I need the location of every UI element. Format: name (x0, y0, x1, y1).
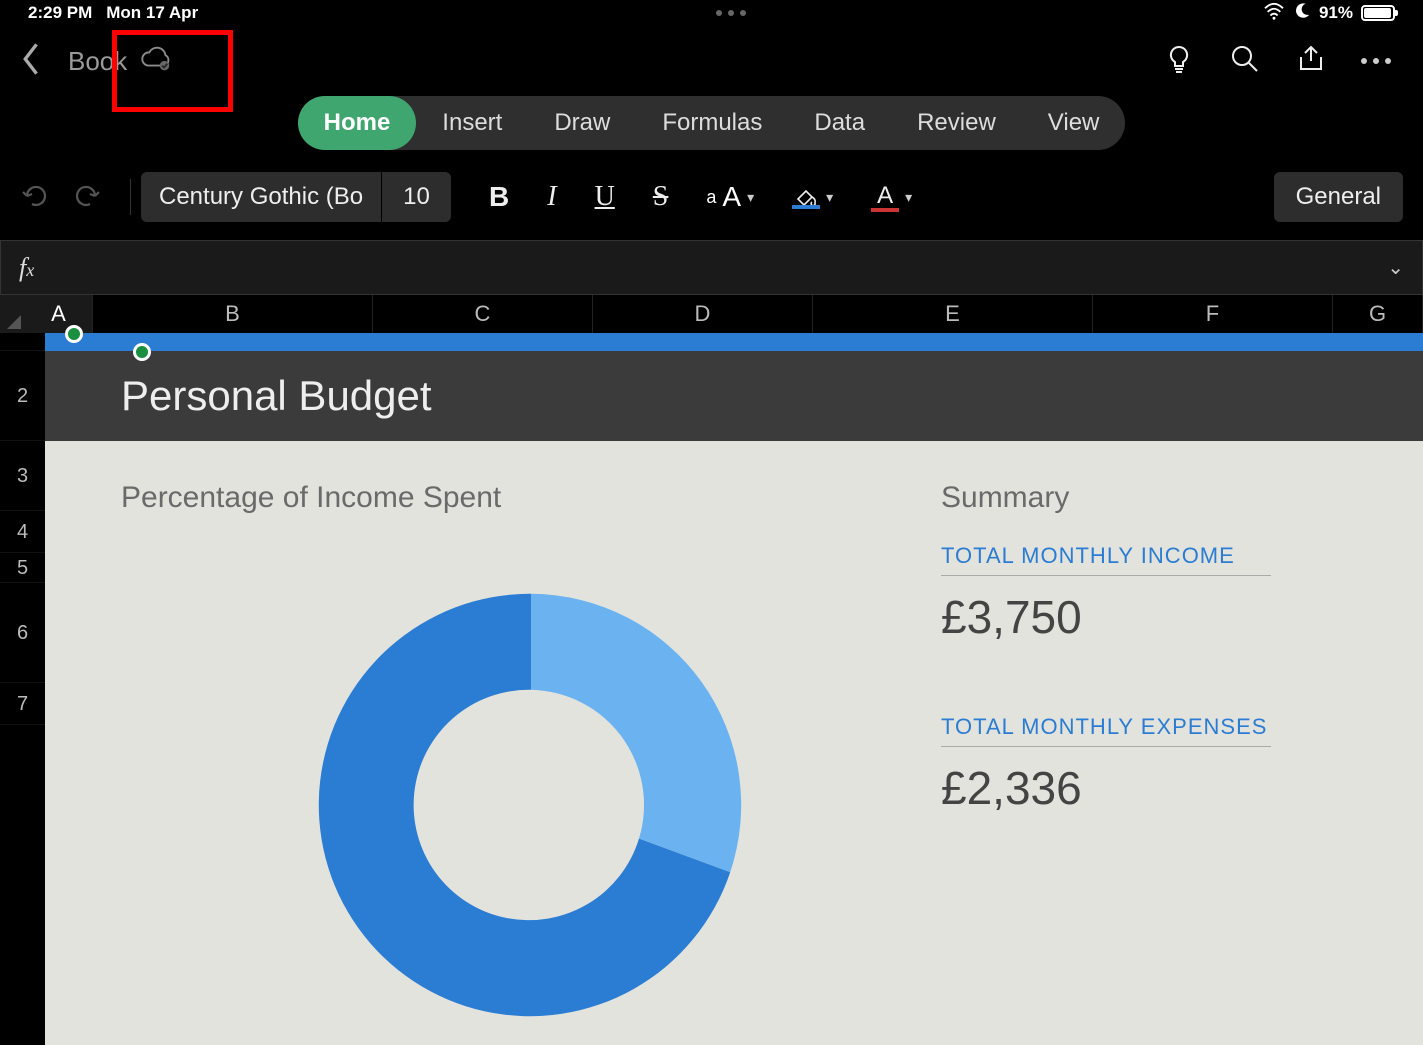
wifi-icon (1263, 2, 1285, 25)
title-bar: Book (0, 26, 1423, 96)
selection-handle[interactable] (65, 325, 83, 343)
sheet-canvas[interactable]: Percentage of Income Spent Summary TOTAL… (45, 441, 1423, 1045)
text-size-combo[interactable]: aA ▾ (706, 181, 754, 213)
cloud-sync-icon[interactable] (139, 46, 173, 77)
col-header-A[interactable]: A (25, 295, 93, 333)
chevron-down-icon: ▾ (747, 189, 754, 206)
selected-row-band[interactable] (45, 333, 1423, 351)
italic-button[interactable]: I (547, 181, 556, 213)
row-header-5[interactable]: 5 (0, 553, 45, 583)
tab-view[interactable]: View (1022, 96, 1126, 150)
income-value: £3,750 (941, 590, 1271, 644)
font-family-select[interactable]: Century Gothic (Bo (141, 172, 381, 222)
tab-insert[interactable]: Insert (416, 96, 528, 150)
formatting-toolbar: Century Gothic (Bo 10 B I U S aA ▾ ▾ A ▾… (0, 168, 1423, 226)
more-menu-icon[interactable] (1361, 58, 1391, 64)
fx-icon: fx (19, 253, 34, 283)
undo-button[interactable] (20, 180, 50, 215)
status-bar: 2:29 PM Mon 17 Apr 91% (0, 0, 1423, 26)
battery-icon (1361, 5, 1395, 21)
chevron-down-icon: ▾ (826, 189, 833, 206)
row-header-7[interactable]: 7 (0, 683, 45, 725)
redo-button[interactable] (72, 180, 102, 215)
strikethrough-button[interactable]: S (653, 181, 669, 213)
divider (130, 179, 131, 215)
status-date: Mon 17 Apr (106, 3, 198, 23)
spreadsheet-grid: A B C D E F G 2 3 4 5 6 7 Personal Budge… (0, 295, 1423, 1045)
chevron-down-icon: ▾ (905, 189, 912, 206)
share-icon[interactable] (1295, 43, 1327, 80)
search-icon[interactable] (1229, 43, 1261, 80)
row-header-1[interactable] (0, 333, 45, 351)
tab-draw[interactable]: Draw (528, 96, 636, 150)
col-header-G[interactable]: G (1333, 295, 1423, 333)
ribbon-tabs: Home Insert Draw Formulas Data Review Vi… (298, 96, 1126, 150)
chart-title: Percentage of Income Spent (121, 481, 941, 515)
font-size-select[interactable]: 10 (381, 172, 451, 222)
fill-color-combo[interactable]: ▾ (792, 185, 833, 209)
donut-chart (121, 565, 941, 1045)
column-headers: A B C D E F G (0, 295, 1423, 333)
multitask-dots-icon[interactable] (716, 10, 746, 16)
row-header-2[interactable]: 2 (0, 351, 45, 441)
row-headers: 2 3 4 5 6 7 (0, 333, 45, 1045)
tab-data[interactable]: Data (788, 96, 891, 150)
col-header-B[interactable]: B (93, 295, 373, 333)
tab-formulas[interactable]: Formulas (636, 96, 788, 150)
page-title: Personal Budget (121, 372, 432, 420)
formula-bar: fx ⌄ (0, 240, 1423, 295)
formula-expand-button[interactable]: ⌄ (1387, 255, 1404, 280)
expenses-label: TOTAL MONTHLY EXPENSES (941, 714, 1271, 747)
col-header-F[interactable]: F (1093, 295, 1333, 333)
sheet-title-row[interactable]: Personal Budget (45, 351, 1423, 441)
battery-pct: 91% (1319, 3, 1353, 23)
row-header-4[interactable]: 4 (0, 511, 45, 553)
row-header-6[interactable]: 6 (0, 583, 45, 683)
col-header-E[interactable]: E (813, 295, 1093, 333)
summary-heading: Summary (941, 481, 1271, 515)
back-button[interactable] (20, 41, 44, 82)
underline-button[interactable]: U (595, 181, 615, 213)
select-all-corner[interactable] (0, 295, 25, 333)
lightbulb-icon[interactable] (1163, 43, 1195, 80)
file-name[interactable]: Book (68, 46, 127, 77)
bold-button[interactable]: B (489, 181, 509, 213)
income-label: TOTAL MONTHLY INCOME (941, 543, 1271, 576)
selection-handle[interactable] (133, 343, 151, 361)
expenses-value: £2,336 (941, 761, 1271, 815)
row-header-3[interactable]: 3 (0, 441, 45, 511)
status-time: 2:29 PM (28, 3, 92, 23)
formula-input[interactable] (34, 241, 1387, 294)
font-color-combo[interactable]: A ▾ (871, 182, 912, 212)
col-header-D[interactable]: D (593, 295, 813, 333)
number-format-select[interactable]: General (1274, 172, 1403, 222)
tab-home[interactable]: Home (298, 96, 417, 150)
moon-icon (1293, 2, 1311, 25)
tab-review[interactable]: Review (891, 96, 1022, 150)
col-header-C[interactable]: C (373, 295, 593, 333)
